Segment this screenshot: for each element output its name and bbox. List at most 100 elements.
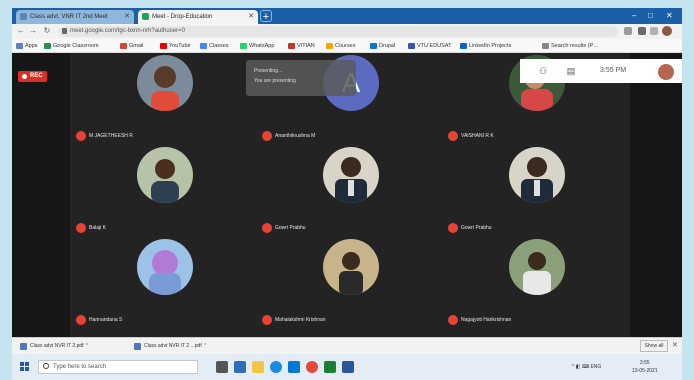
bookmark-item[interactable]: Drupal (370, 41, 395, 51)
taskbar-date: 13-05-2021 (632, 368, 658, 374)
bookmark-item[interactable]: Apps (16, 41, 38, 51)
bookmark-item[interactable]: Google Classroom (44, 41, 99, 51)
meet-app-icon[interactable] (324, 361, 336, 373)
taskbar-clock[interactable]: 3:55 13-05-2021 (632, 359, 658, 375)
close-tab-icon[interactable]: ✕ (124, 10, 130, 24)
back-icon[interactable]: ← (16, 26, 26, 36)
bookmark-item[interactable]: LinkedIn Projects (460, 41, 511, 51)
tab-favicon-icon (20, 13, 27, 20)
file-icon (20, 343, 27, 350)
close-downloads-icon[interactable]: ✕ (672, 341, 678, 349)
mic-muted-icon (76, 315, 86, 325)
extension-icon[interactable] (624, 27, 632, 35)
people-icon[interactable]: ⚇ (538, 66, 548, 76)
windows-start-icon[interactable] (20, 362, 30, 372)
tab-title: Meet - Drop-Education (152, 14, 213, 20)
person-photo-icon (137, 147, 193, 203)
widgets-icon[interactable] (234, 361, 246, 373)
taskbar-time: 3:55 (639, 360, 650, 366)
address-bar-row: ← → ↻ meet.google.com/tgc-bxnn-nrh?authu… (12, 24, 682, 39)
store-icon[interactable] (288, 361, 300, 373)
browser-tab[interactable]: Class advt. VNR IT 2nd Meet ✕ (16, 10, 134, 24)
profile-avatar[interactable] (662, 26, 672, 36)
minimize-icon[interactable]: – (632, 10, 636, 22)
meet-favicon-icon (142, 13, 149, 20)
bookmark-item[interactable]: VITIAN (288, 41, 315, 51)
address-text: meet.google.com/tgc-bxnn-nrh?authuser=0 (70, 28, 185, 34)
reload-icon[interactable]: ↻ (42, 26, 52, 36)
person-photo-icon (509, 147, 565, 203)
gmail-icon (120, 43, 127, 49)
browser-tab-bar: Class advt. VNR IT 2nd Meet ✕ Meet - Dro… (12, 8, 682, 24)
self-avatar[interactable] (658, 64, 674, 80)
whatsapp-icon (240, 43, 247, 49)
close-tab-icon[interactable]: ✕ (248, 10, 254, 24)
chrome-icon[interactable] (306, 361, 318, 373)
windows-taskbar: Type here to search ^ ◧ ⌨ ENG 3:55 13-05… (12, 354, 682, 380)
bookmark-item[interactable]: Gmail (120, 41, 143, 51)
classes-icon (200, 43, 207, 49)
apps-icon (16, 43, 23, 49)
lock-icon (62, 28, 67, 34)
mic-muted-icon (448, 315, 458, 325)
participant-tile[interactable]: M JAGETHEESH R (72, 53, 258, 153)
bookmark-item[interactable]: Classes (200, 41, 229, 51)
participant-name: Gowri Prabhu (448, 223, 492, 233)
file-explorer-icon[interactable] (252, 361, 264, 373)
system-tray[interactable]: ^ ◧ ⌨ ENG (572, 354, 601, 380)
participant-name: Balaji K (76, 223, 106, 233)
chat-icon[interactable]: ▤ (566, 66, 576, 76)
taskbar-search-input[interactable]: Type here to search (38, 360, 198, 374)
new-tab-button[interactable]: + (260, 10, 272, 23)
meeting-clock: 3:55 PM (600, 67, 627, 74)
close-window-icon[interactable]: ✕ (666, 10, 673, 22)
meet-top-bar: ⚇ ▤ 3:55 PM (520, 59, 682, 83)
participant-tile[interactable]: Mahalakshmi Krishnan (258, 237, 444, 337)
presentation-notification: Presenting… You are presenting (246, 60, 356, 96)
youtube-icon (160, 43, 167, 49)
notification-line: You are presenting (254, 78, 296, 84)
downloads-bar: Class advt NVR IT 2.pdf ⌃ Class advt NVR… (12, 337, 682, 354)
mic-muted-icon (76, 131, 86, 141)
mic-muted-icon (262, 131, 272, 141)
task-view-icon[interactable] (216, 361, 228, 373)
show-all-button[interactable]: Show all (640, 340, 668, 352)
participant-tile[interactable]: Nagajyoti Harikrishnan (444, 237, 630, 337)
participant-name: Mahalakshmi Krishnan (262, 315, 326, 325)
star-icon[interactable] (638, 27, 646, 35)
participant-tile[interactable]: Balaji K (72, 145, 258, 245)
bookmark-item[interactable]: Courses (326, 41, 355, 51)
participant-name: Gowri Prabhu (262, 223, 306, 233)
recording-badge: REC (18, 71, 47, 82)
bookmark-item[interactable]: Search results (P… (542, 41, 599, 51)
participant-name: M JAGETHEESH R (76, 131, 133, 141)
person-photo-icon (137, 55, 193, 111)
participant-tile[interactable]: Gowri Prabhu (258, 145, 444, 245)
participant-grid: M JAGETHEESH R A Ananthikrushna M VAISHA… (70, 53, 630, 337)
vitian-icon (288, 43, 295, 49)
edge-icon[interactable] (270, 361, 282, 373)
download-item[interactable]: Class advt NVR IT 2.pdf ⌃ (18, 340, 89, 352)
mic-muted-icon (262, 315, 272, 325)
person-photo-icon (323, 239, 379, 295)
bookmarks-bar: Apps Google Classroom Gmail YouTube Clas… (12, 39, 682, 53)
word-icon[interactable] (342, 361, 354, 373)
bookmark-item[interactable]: YouTube (160, 41, 191, 51)
forward-icon[interactable]: → (28, 26, 38, 36)
bookmark-item[interactable]: WhatsApp (240, 41, 274, 51)
maximize-icon[interactable]: □ (648, 10, 653, 22)
meet-call-area: REC M JAGETHEESH R A Ananthikrushna M VA… (12, 53, 682, 337)
mic-muted-icon (262, 223, 272, 233)
menu-icon[interactable] (650, 27, 658, 35)
person-photo-icon (323, 147, 379, 203)
participant-tile[interactable]: Gowri Prabhu (444, 145, 630, 245)
browser-tab-active[interactable]: Meet - Drop-Education ✕ (138, 10, 258, 24)
bookmark-item[interactable]: VTU EDUSAT (408, 41, 451, 51)
participant-photo (509, 147, 565, 203)
download-item[interactable]: Class advt NVR IT 2 ...pdf ⌃ (132, 340, 207, 352)
address-input[interactable]: meet.google.com/tgc-bxnn-nrh?authuser=0 (58, 26, 618, 37)
linkedin-icon (460, 43, 467, 49)
participant-tile[interactable]: Harinandana S (72, 237, 258, 337)
drupal-icon (370, 43, 377, 49)
person-photo-icon (509, 239, 565, 295)
